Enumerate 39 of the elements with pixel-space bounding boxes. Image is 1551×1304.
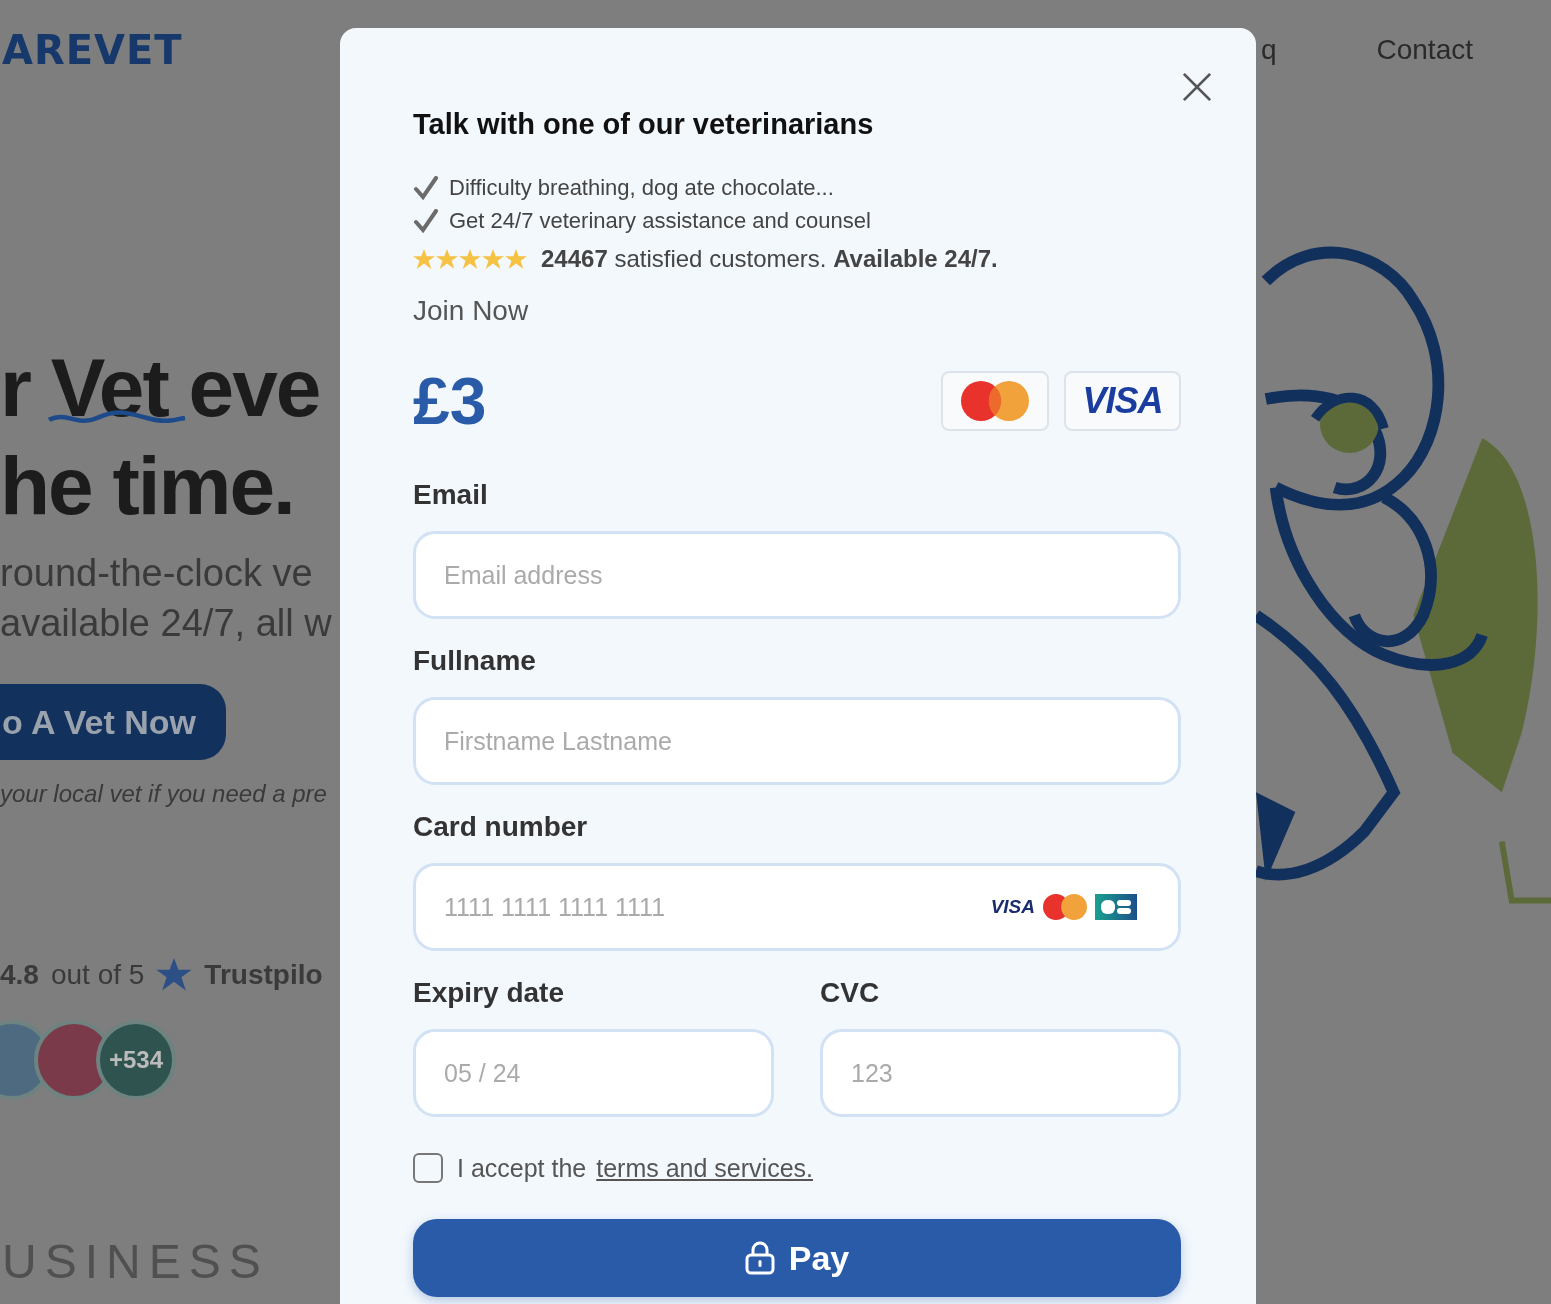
visa-badge: VISA <box>1064 371 1181 431</box>
visa-logo: VISA <box>990 896 1035 918</box>
headline-text: he time. <box>0 439 295 533</box>
card-brand-icon <box>1095 894 1137 920</box>
rating-score: 4.8 <box>0 959 39 991</box>
avatar-count: +534 <box>96 1020 176 1100</box>
terms-link[interactable]: terms and services. <box>596 1153 813 1183</box>
field-label: CVC <box>820 977 881 1009</box>
cta-button[interactable]: o A Vet Now <box>0 684 226 760</box>
field-label: Email <box>413 479 489 511</box>
brand-text: Trustpilo <box>204 959 323 991</box>
input-field[interactable]: 123 <box>820 1029 1181 1117</box>
input-field[interactable]: Email address <box>413 531 1181 619</box>
modal-title: Talk with one of our veterinarians <box>413 108 875 141</box>
nav-link[interactable]: Contact <box>1376 34 1473 66</box>
terms-text: I accept the <box>457 1153 587 1183</box>
field-label: Fullname <box>413 645 537 677</box>
terms-checkbox[interactable] <box>413 1153 443 1183</box>
join-label: Join Now <box>413 295 530 327</box>
site-logo[interactable]: AREVET <box>2 27 183 73</box>
pay-button[interactable]: Pay <box>413 1219 1181 1297</box>
price-text: £3 <box>413 363 487 439</box>
close-icon[interactable] <box>1182 72 1212 102</box>
lock-icon <box>744 1241 775 1275</box>
field-label: Card number <box>413 811 589 843</box>
star-icon <box>156 958 193 992</box>
mastercard-icon <box>1043 894 1087 920</box>
rating-text: 24467 satisfied customers. Available 24/7. <box>541 245 998 273</box>
nav-link[interactable]: q <box>1260 34 1277 66</box>
check-icon <box>413 208 439 233</box>
check-icon <box>413 175 439 200</box>
rating-text: out of 5 <box>50 959 145 991</box>
input-field[interactable]: Firstname Lastname <box>413 697 1181 785</box>
checklist-text: Get 24/7 veterinary assistance and counsel <box>449 207 871 234</box>
input-field[interactable]: 05 / 24 <box>413 1029 774 1117</box>
subtitle-text: available 24/7, all w <box>0 601 333 646</box>
field-label: Expiry date <box>413 977 565 1009</box>
subtitle-text: round-the-clock ve <box>0 551 314 596</box>
checklist-text: Difficulty breathing, dog ate chocolate... <box>449 174 834 201</box>
